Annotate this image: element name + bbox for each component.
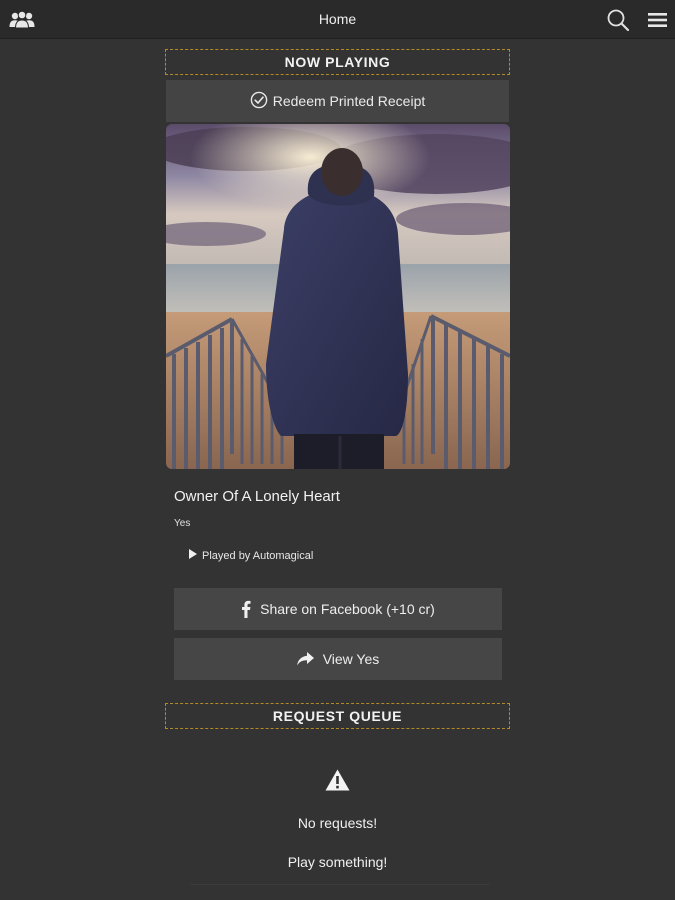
now-playing-header: NOW PLAYING <box>165 49 510 75</box>
empty-queue-subtitle: Play something! <box>287 854 388 870</box>
top-bar: Home <box>0 0 675 38</box>
view-artist-button[interactable]: View Yes <box>174 638 502 680</box>
artist-name: Yes <box>174 518 191 529</box>
empty-queue-title: No requests! <box>297 815 378 831</box>
redeem-receipt-button[interactable]: Redeem Printed Receipt <box>166 80 509 122</box>
view-artist-label: View Yes <box>322 651 380 667</box>
request-queue-header: REQUEST QUEUE <box>165 703 510 729</box>
page-title: Home <box>318 11 357 27</box>
played-by-label: Played by Automagical <box>202 549 314 562</box>
share-arrow-icon <box>296 652 314 666</box>
share-facebook-label: Share on Facebook (+10 cr) <box>260 601 435 617</box>
menu-icon[interactable] <box>648 12 667 28</box>
share-facebook-button[interactable]: Share on Facebook (+10 cr) <box>174 588 502 630</box>
song-title: Owner Of A Lonely Heart <box>174 488 340 505</box>
played-by: Played by Automagical <box>189 549 313 562</box>
redeem-label: Redeem Printed Receipt <box>272 93 426 109</box>
warning-icon <box>325 769 350 796</box>
play-icon <box>189 549 197 562</box>
check-circle-icon <box>250 91 268 112</box>
search-icon[interactable] <box>606 8 630 32</box>
facebook-icon <box>241 600 251 618</box>
album-art <box>166 124 510 469</box>
divider <box>190 884 490 885</box>
